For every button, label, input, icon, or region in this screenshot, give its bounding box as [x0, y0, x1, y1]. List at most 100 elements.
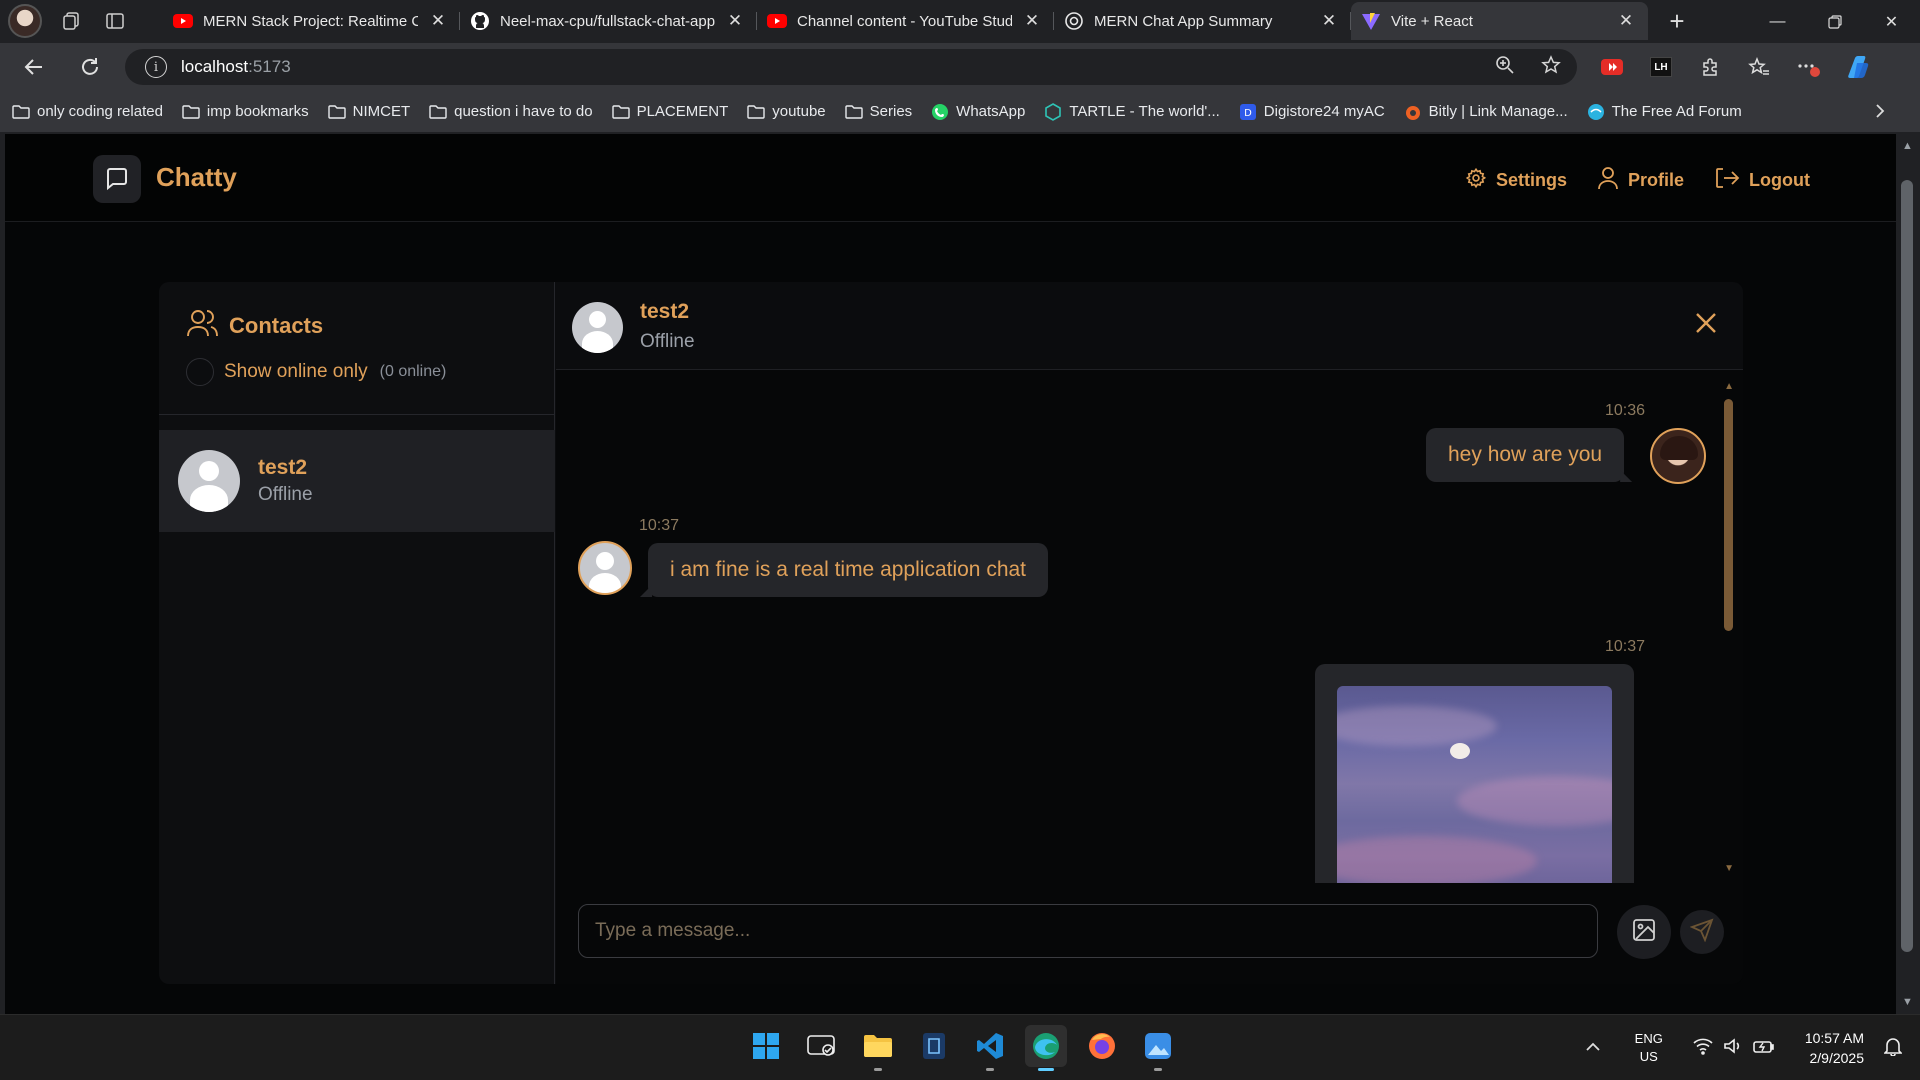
scroll-down-icon[interactable]: ▼ — [1902, 996, 1913, 1008]
scroll-down-icon[interactable]: ▼ — [1724, 863, 1734, 874]
terminal-icon[interactable] — [913, 1025, 955, 1067]
bookmark-folder[interactable]: only coding related — [12, 103, 163, 120]
image-icon — [1632, 918, 1656, 947]
chatgpt-icon — [1064, 11, 1084, 31]
message-list[interactable]: 10:36 hey how are you 10:37 i am fine is… — [556, 371, 1743, 883]
zoom-icon[interactable] — [1495, 55, 1515, 80]
close-tab-icon[interactable]: ✕ — [1022, 11, 1042, 31]
restore-window-button[interactable] — [1806, 0, 1863, 43]
workspaces-icon[interactable] — [56, 6, 86, 36]
bookmark-label: NIMCET — [352, 103, 411, 120]
scroll-up-icon[interactable]: ▲ — [1724, 381, 1734, 392]
language-code: ENG — [1634, 1031, 1663, 1046]
bookmark-whatsapp[interactable]: WhatsApp — [931, 103, 1025, 120]
contact-status: Offline — [258, 484, 313, 505]
bitly-icon — [1404, 104, 1422, 120]
bookmark-folder[interactable]: PLACEMENT — [611, 103, 728, 120]
clock-time: 10:57 AM — [1804, 1030, 1864, 1046]
whatsapp-icon — [931, 103, 949, 120]
browser-tab-chatgpt[interactable]: MERN Chat App Summary ✕ — [1054, 2, 1351, 40]
contacts-title: Contacts — [229, 313, 324, 338]
copilot-icon[interactable] — [1843, 53, 1871, 81]
online-only-checkbox[interactable] — [186, 358, 214, 386]
photos-icon[interactable] — [1137, 1025, 1179, 1071]
windows-start-icon[interactable] — [745, 1025, 787, 1067]
more-menu-icon[interactable] — [1794, 53, 1822, 81]
close-tab-icon[interactable]: ✕ — [1319, 11, 1339, 31]
bookmark-digistore[interactable]: D Digistore24 myAC — [1239, 103, 1385, 120]
avatar — [1650, 428, 1706, 484]
logout-link[interactable]: Logout — [1714, 166, 1810, 195]
bookmark-folder[interactable]: question i have to do — [429, 103, 593, 120]
site-info-icon[interactable]: i — [145, 56, 167, 78]
widgets-icon[interactable] — [801, 1025, 843, 1067]
firefox-icon[interactable] — [1081, 1025, 1123, 1067]
bookmark-tartle[interactable]: TARTLE - The world'... — [1044, 102, 1220, 121]
browser-profile-avatar[interactable] — [8, 4, 42, 38]
reload-icon[interactable] — [76, 53, 104, 81]
minimize-window-button[interactable]: — — [1749, 0, 1806, 43]
message-scrollbar-thumb[interactable] — [1724, 399, 1733, 631]
folder-icon — [182, 104, 200, 120]
close-tab-icon[interactable]: ✕ — [428, 11, 448, 31]
message-input[interactable] — [578, 904, 1598, 958]
bookmark-folder[interactable]: youtube — [747, 103, 826, 120]
chat-contact-name: test2 — [640, 300, 690, 323]
file-explorer-icon[interactable] — [857, 1025, 899, 1071]
online-only-filter[interactable]: Show online only (0 online) — [186, 358, 446, 386]
attach-image-button[interactable] — [1617, 905, 1671, 959]
browser-tab-github[interactable]: Neel-max-cpu/fullstack-chat-app ✕ — [460, 2, 757, 40]
browser-tab-youtube-studio[interactable]: Channel content - YouTube Studio ✕ — [757, 2, 1054, 40]
wifi-icon — [1693, 1037, 1713, 1060]
favorites-icon[interactable] — [1745, 53, 1773, 81]
favorite-star-icon[interactable] — [1541, 55, 1561, 80]
youtube-extension-icon[interactable] — [1598, 53, 1626, 81]
language-indicator[interactable]: ENG US — [1635, 1030, 1663, 1066]
folder-icon — [844, 104, 863, 120]
avatar — [572, 302, 623, 353]
ad-forum-icon — [1587, 103, 1605, 120]
sky-photo[interactable] — [1337, 686, 1612, 883]
close-window-button[interactable]: ✕ — [1863, 0, 1920, 43]
vscode-icon[interactable] — [969, 1025, 1011, 1071]
notification-bell-icon[interactable] — [1883, 1036, 1903, 1061]
browser-tab-youtube[interactable]: MERN Stack Project: Realtime Chat ✕ — [163, 2, 460, 40]
brand-name[interactable]: Chatty — [156, 162, 237, 193]
windows-taskbar: ENG US 10:57 AM 2/9/2025 — [0, 1014, 1920, 1080]
bookmark-free-ad-forum[interactable]: The Free Ad Forum — [1587, 103, 1742, 120]
page-scrollbar-thumb[interactable] — [1901, 180, 1913, 952]
bookmark-label: question i have to do — [454, 103, 593, 120]
contact-item[interactable]: test2 Offline — [159, 430, 555, 532]
image-message[interactable] — [1315, 664, 1634, 883]
close-icon[interactable] — [1693, 310, 1719, 341]
lighthouse-extension-icon[interactable]: LH — [1647, 53, 1675, 81]
system-clock[interactable]: 10:57 AM 2/9/2025 — [1805, 1028, 1864, 1068]
system-tray[interactable] — [1693, 1037, 1775, 1060]
send-button[interactable] — [1680, 910, 1724, 954]
vertical-tabs-icon[interactable] — [100, 6, 130, 36]
chevron-right-icon[interactable] — [1874, 103, 1886, 124]
scroll-up-icon[interactable]: ▲ — [1902, 140, 1913, 152]
address-bar[interactable]: i localhost:5173 — [125, 49, 1577, 85]
bird-shape — [1450, 743, 1470, 759]
back-arrow-icon[interactable] — [20, 53, 48, 81]
edge-icon[interactable] — [1025, 1025, 1067, 1071]
bookmark-label: WhatsApp — [956, 103, 1026, 120]
bookmark-folder[interactable]: Series — [844, 103, 912, 120]
new-tab-button[interactable]: + — [1663, 8, 1691, 36]
settings-link[interactable]: Settings — [1465, 167, 1567, 194]
profile-link[interactable]: Profile — [1597, 166, 1684, 195]
bookmark-label: imp bookmarks — [206, 103, 309, 120]
url-text[interactable]: localhost:5173 — [181, 57, 291, 77]
settings-label: Settings — [1495, 170, 1567, 190]
close-tab-icon[interactable]: ✕ — [725, 11, 745, 31]
chevron-up-icon[interactable] — [1585, 1039, 1601, 1057]
close-tab-icon[interactable]: ✕ — [1616, 11, 1636, 31]
avatar — [578, 541, 632, 595]
bookmark-bitly[interactable]: Bitly | Link Manage... — [1404, 103, 1568, 120]
bookmark-folder[interactable]: imp bookmarks — [182, 103, 309, 120]
browser-tab-vite-react[interactable]: Vite + React ✕ — [1351, 2, 1648, 40]
bookmark-folder[interactable]: NIMCET — [327, 103, 411, 120]
chat-bubble-icon[interactable] — [93, 155, 141, 203]
extensions-puzzle-icon[interactable] — [1696, 53, 1724, 81]
